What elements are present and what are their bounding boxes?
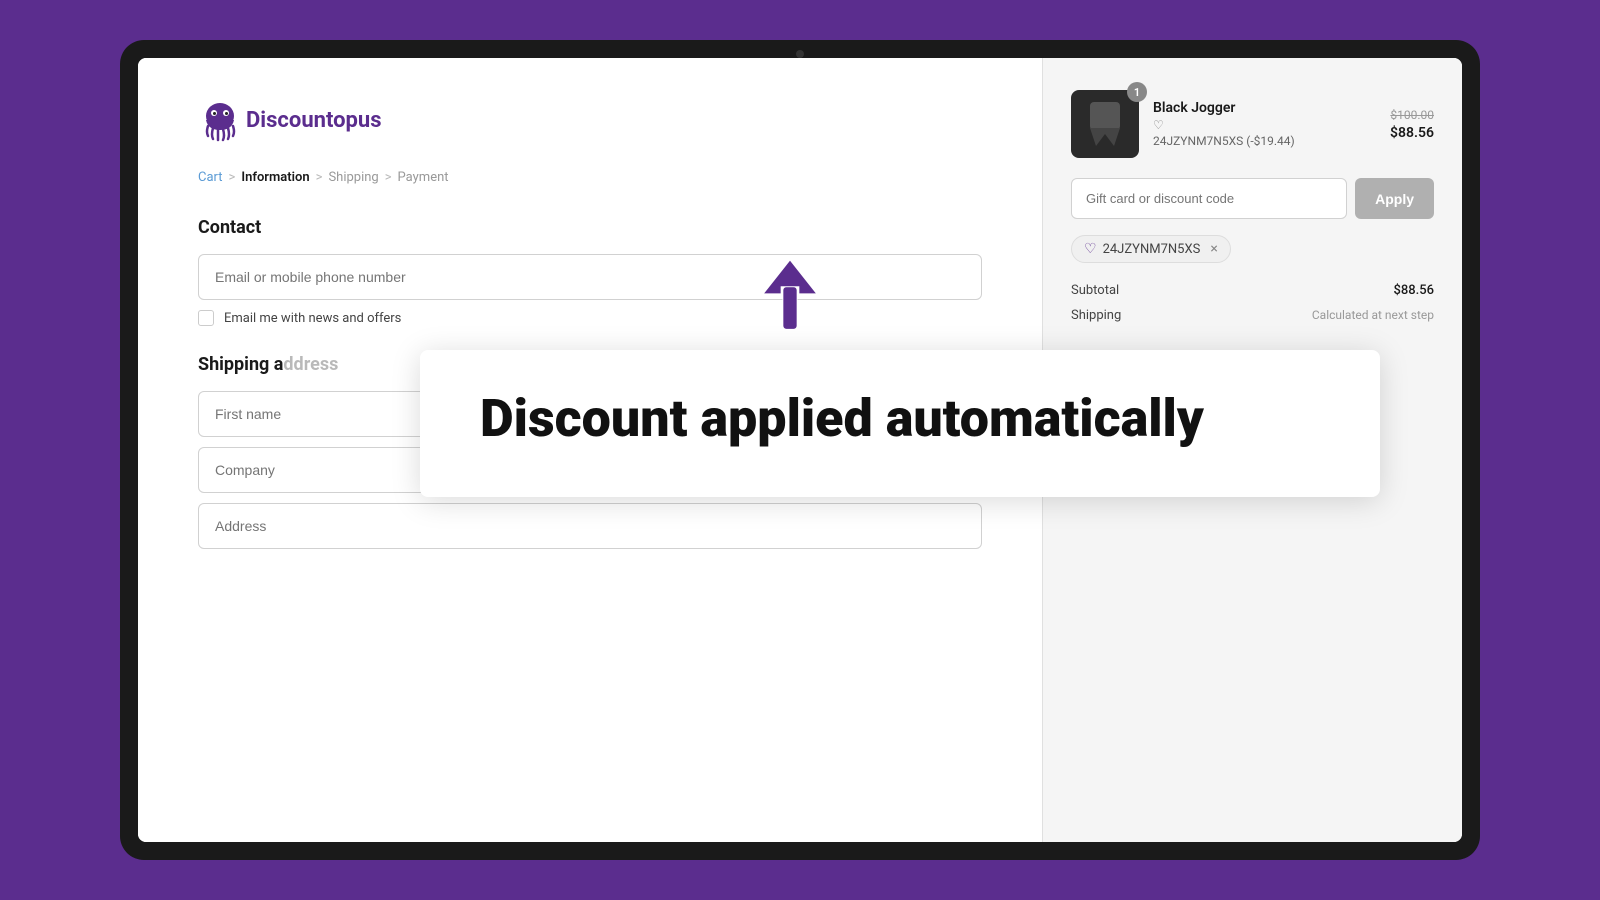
discount-overlay-panel: Discount applied automatically: [420, 350, 1380, 497]
product-thumbnail-icon: [1086, 100, 1124, 148]
email-checkbox-row: Email me with news and offers: [198, 310, 982, 326]
breadcrumb-shipping[interactable]: Shipping: [328, 170, 378, 185]
sep3: >: [385, 170, 392, 185]
sep2: >: [316, 170, 323, 185]
logo: Discountopus: [198, 98, 982, 142]
discount-code-value: 24JZYNM7N5XS: [1103, 242, 1201, 257]
product-row: 1 Black Jogger ♡ 24JZYNM7N5XS (-$19.44) …: [1071, 90, 1434, 158]
product-heart-icon: ♡: [1153, 118, 1376, 132]
product-code: 24JZYNM7N5XS (-$19.44): [1153, 134, 1376, 148]
breadcrumb-information[interactable]: Information: [241, 170, 309, 185]
breadcrumb: Cart > Information > Shipping > Payment: [198, 170, 982, 185]
overlay-message: Discount applied automatically: [480, 390, 1320, 447]
discount-heart-icon: ♡: [1084, 241, 1097, 257]
logo-text: Discountopus: [246, 108, 382, 133]
discount-row: Apply: [1071, 178, 1434, 219]
product-info: Black Jogger ♡ 24JZYNM7N5XS (-$19.44): [1153, 100, 1376, 148]
contact-heading: Contact: [198, 217, 982, 238]
shipping-label: Shipping: [1071, 308, 1121, 323]
product-badge: 1: [1127, 82, 1147, 102]
shipping-value: Calculated at next step: [1312, 308, 1434, 323]
product-price: $100.00 $88.56: [1390, 108, 1434, 141]
email-checkbox[interactable]: [198, 310, 214, 326]
discount-remove-button[interactable]: ×: [1210, 241, 1217, 257]
discount-code-input[interactable]: [1071, 178, 1347, 219]
address-input[interactable]: [198, 503, 982, 549]
product-name: Black Jogger: [1153, 100, 1376, 116]
logo-icon: [198, 98, 242, 142]
arrow-indicator: [760, 260, 820, 344]
breadcrumb-payment[interactable]: Payment: [398, 170, 449, 185]
subtotal-row: Subtotal $88.56: [1071, 283, 1434, 298]
breadcrumb-cart[interactable]: Cart: [198, 170, 223, 185]
price-original: $100.00: [1390, 108, 1434, 122]
product-image: [1071, 90, 1139, 158]
email-input[interactable]: [198, 254, 982, 300]
price-discounted: $88.56: [1390, 125, 1434, 141]
subtotal-label: Subtotal: [1071, 283, 1119, 298]
discount-tag: ♡ 24JZYNM7N5XS ×: [1071, 235, 1231, 263]
shipping-row: Shipping Calculated at next step: [1071, 308, 1434, 323]
sep1: >: [229, 170, 236, 185]
laptop-frame: Discountopus Cart > Information > Shippi…: [120, 40, 1480, 860]
camera-dot: [796, 50, 804, 58]
arrow-icon: [760, 260, 820, 340]
product-image-wrap: 1: [1071, 90, 1139, 158]
apply-button[interactable]: Apply: [1355, 178, 1434, 219]
subtotal-value: $88.56: [1393, 283, 1434, 298]
email-checkbox-label: Email me with news and offers: [224, 311, 401, 326]
